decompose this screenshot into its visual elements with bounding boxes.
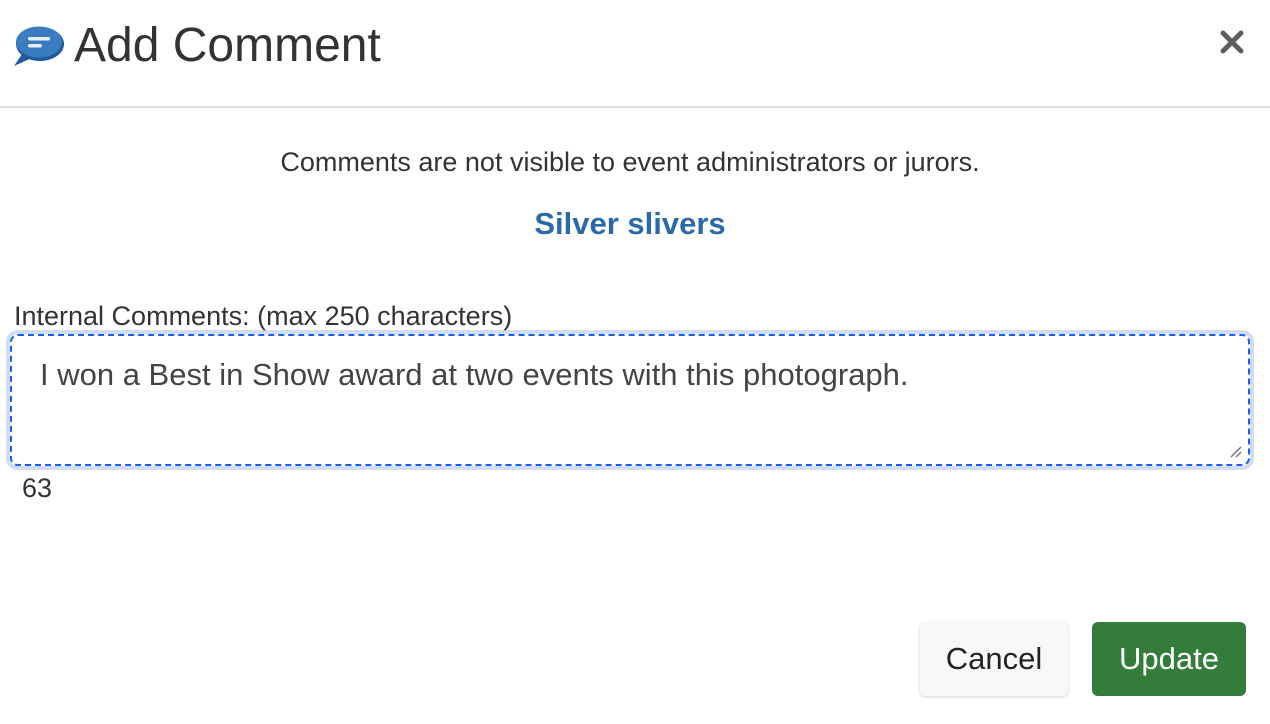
comments-field-label: Internal Comments: (max 250 characters) (14, 301, 513, 331)
add-comment-dialog: Add Comment Comments are not visible to … (0, 0, 1270, 724)
speech-bubble-icon (12, 24, 66, 70)
update-button[interactable]: Update (1092, 622, 1246, 696)
cancel-button[interactable]: Cancel (920, 622, 1068, 696)
comments-field-wrapper: I won a Best in Show award at two events… (10, 334, 1250, 466)
comments-textarea[interactable]: I won a Best in Show award at two events… (10, 334, 1250, 466)
close-button[interactable] (1212, 24, 1252, 64)
item-title: Silver slivers (534, 206, 726, 241)
resize-handle-icon[interactable] (1228, 444, 1242, 458)
close-icon[interactable] (1219, 29, 1245, 60)
visibility-notice: Comments are not visible to event admini… (280, 147, 980, 177)
dialog-header: Add Comment (0, 0, 1270, 108)
character-count: 63 (22, 473, 53, 503)
dialog-title: Add Comment (74, 19, 381, 72)
